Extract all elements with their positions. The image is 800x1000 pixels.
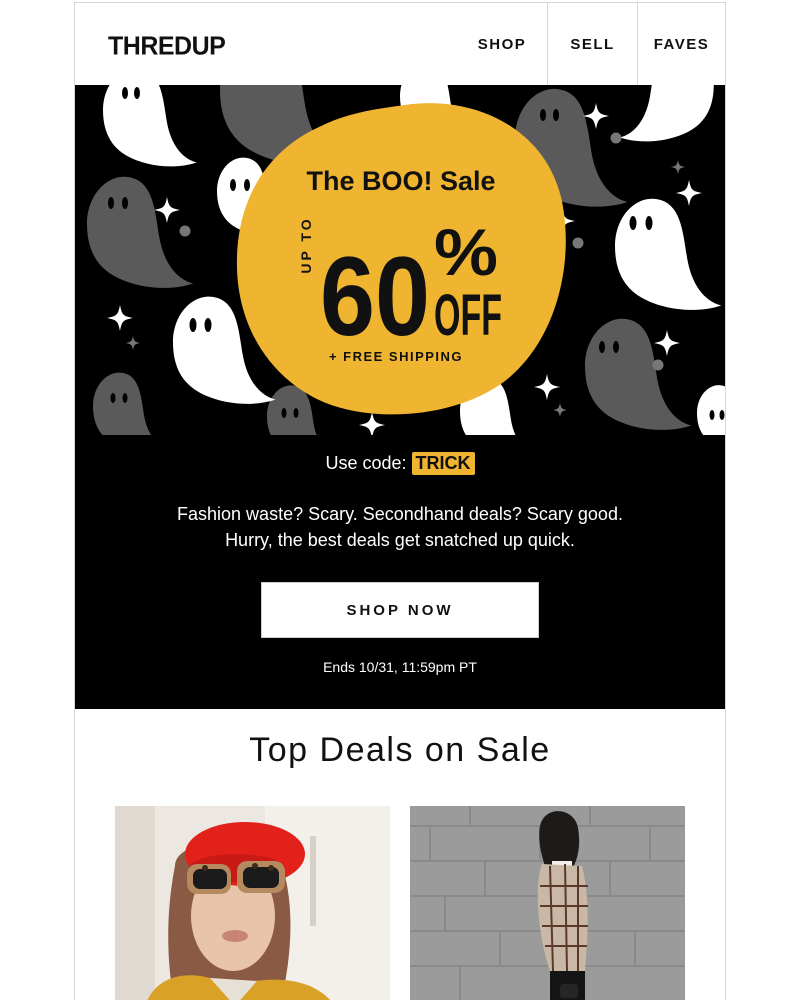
shop-now-button[interactable]: SHOP NOW [261, 582, 539, 638]
top-deals-heading: Top Deals on Sale [249, 731, 551, 769]
code-prefix: Use code: [325, 453, 407, 473]
nav-sell[interactable]: SELL [547, 3, 637, 85]
model-plaid-blazer-photo [410, 806, 685, 1000]
percent-sign: % [434, 215, 498, 289]
off-label: OFF [434, 283, 502, 348]
tagline: Fashion waste? Scary. Secondhand deals? … [75, 501, 725, 553]
ghost-banner-image: The BOO! Sale UP TO 60 % OFF + FREE SHIP… [87, 85, 725, 435]
boo-sale-hero: The BOO! Sale UP TO 60 % OFF + FREE SHIP… [75, 85, 725, 709]
thredup-logo[interactable]: THREDUP [108, 31, 226, 61]
sale-title: The BOO! Sale [306, 166, 495, 196]
top-nav: SHOP SELL FAVES [457, 3, 725, 85]
tagline-line-1: Fashion waste? Scary. Secondhand deals? … [177, 504, 623, 524]
promo-code-line: Use code: TRICK [75, 452, 725, 475]
nav-shop[interactable]: SHOP [457, 3, 547, 85]
nav-faves[interactable]: FAVES [637, 3, 725, 85]
discount-number: 60 [320, 234, 430, 359]
email-frame: THREDUP SHOP SELL FAVES The BOO! Sale UP… [74, 2, 726, 1000]
deal-card-photo-2[interactable] [410, 806, 685, 1000]
promo-code-badge: TRICK [411, 452, 475, 475]
ghost-illustration[interactable]: The BOO! Sale UP TO 60 % OFF + FREE SHIP… [75, 85, 725, 435]
sale-end-notice: Ends 10/31, 11:59pm PT [323, 659, 477, 675]
header: THREDUP SHOP SELL FAVES [75, 3, 725, 85]
up-to-label: UP TO [298, 216, 314, 273]
tagline-line-2: Hurry, the best deals get snatched up qu… [225, 530, 575, 550]
deal-card-photo-1[interactable] [115, 806, 390, 1000]
free-shipping-label: + FREE SHIPPING [329, 349, 463, 364]
model-red-beret-photo [115, 806, 390, 1000]
